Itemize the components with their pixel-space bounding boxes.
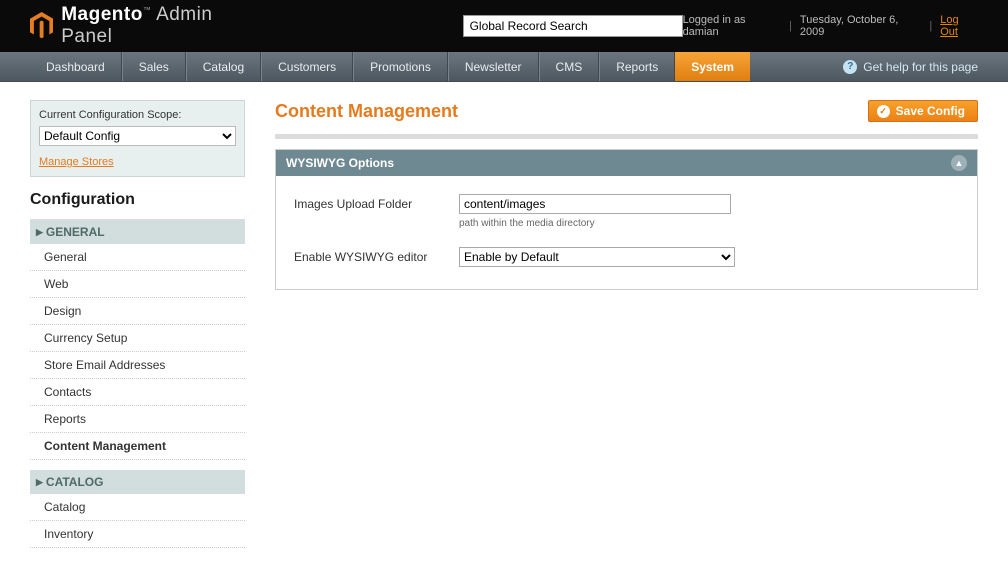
nav-newsletter[interactable]: Newsletter: [448, 52, 539, 81]
input-images-upload-folder[interactable]: [459, 194, 731, 214]
nav-promotions[interactable]: Promotions: [353, 52, 448, 81]
sidebar-item-general[interactable]: General: [30, 244, 245, 271]
sidebar-group-general[interactable]: ▶ GENERAL: [30, 220, 245, 244]
sidebar-item-catalog[interactable]: Catalog: [30, 494, 245, 521]
label-enable-wysiwyg: Enable WYSIWYG editor: [294, 247, 459, 264]
chevron-right-icon: ▶: [36, 227, 43, 238]
nav-system[interactable]: System: [675, 52, 750, 81]
nav-cms[interactable]: CMS: [539, 52, 600, 81]
scope-label: Current Configuration Scope:: [39, 109, 236, 121]
page-head: Content Management ✓ Save Config: [275, 100, 978, 122]
page-title: Content Management: [275, 101, 458, 122]
collapse-icon[interactable]: ▲: [951, 155, 967, 171]
scope-box: Current Configuration Scope: Default Con…: [30, 100, 245, 177]
sidebar-item-reports[interactable]: Reports: [30, 406, 245, 433]
fieldset-head[interactable]: WYSIWYG Options ▲: [276, 150, 977, 176]
sidebar-item-contacts[interactable]: Contacts: [30, 379, 245, 406]
label-images-upload-folder: Images Upload Folder: [294, 194, 459, 211]
header-date: Tuesday, October 6, 2009: [800, 14, 921, 38]
row-enable-wysiwyg: Enable WYSIWYG editor Enable by Default: [294, 247, 959, 267]
help-link[interactable]: ? Get help for this page: [843, 52, 978, 81]
sidebar-item-design[interactable]: Design: [30, 298, 245, 325]
select-enable-wysiwyg[interactable]: Enable by Default: [459, 247, 735, 267]
sidebar-title: Configuration: [30, 177, 245, 220]
chevron-right-icon: ▶: [36, 477, 43, 488]
main-content: Content Management ✓ Save Config WYSIWYG…: [275, 100, 978, 290]
manage-stores-link[interactable]: Manage Stores: [39, 156, 114, 168]
header-user-area: Logged in as damian | Tuesday, October 6…: [683, 14, 978, 38]
logo-text: Magento™ Admin Panel: [61, 4, 262, 48]
logo: Magento™ Admin Panel: [30, 4, 263, 48]
main-nav: Dashboard Sales Catalog Customers Promot…: [0, 52, 1008, 82]
help-label: Get help for this page: [863, 60, 978, 74]
nav-customers[interactable]: Customers: [261, 52, 353, 81]
title-rule: [275, 134, 978, 139]
sidebar: Current Configuration Scope: Default Con…: [30, 100, 245, 548]
global-search-input[interactable]: [463, 15, 683, 37]
nav-sales[interactable]: Sales: [122, 52, 186, 81]
logout-link[interactable]: Log Out: [940, 14, 978, 38]
magento-icon: [30, 12, 53, 40]
sidebar-item-inventory[interactable]: Inventory: [30, 521, 245, 548]
sidebar-item-store-email[interactable]: Store Email Addresses: [30, 352, 245, 379]
save-config-button[interactable]: ✓ Save Config: [868, 100, 978, 122]
nav-dashboard[interactable]: Dashboard: [30, 52, 122, 81]
sidebar-item-web[interactable]: Web: [30, 271, 245, 298]
global-search: [463, 15, 683, 37]
wysiwyg-fieldset: WYSIWYG Options ▲ Images Upload Folder p…: [275, 149, 978, 290]
sidebar-item-content-management[interactable]: Content Management: [30, 433, 245, 460]
help-icon: ?: [843, 60, 857, 74]
admin-header: Magento™ Admin Panel Logged in as damian…: [0, 0, 1008, 52]
logged-in-text: Logged in as damian: [683, 14, 782, 38]
sidebar-item-currency-setup[interactable]: Currency Setup: [30, 325, 245, 352]
row-images-upload-folder: Images Upload Folder path within the med…: [294, 194, 959, 229]
scope-select[interactable]: Default Config: [39, 126, 236, 146]
sidebar-group-catalog[interactable]: ▶ CATALOG: [30, 470, 245, 494]
hint-images-upload-folder: path within the media directory: [459, 218, 731, 229]
check-icon: ✓: [877, 105, 890, 118]
nav-catalog[interactable]: Catalog: [186, 52, 261, 81]
nav-reports[interactable]: Reports: [599, 52, 675, 81]
